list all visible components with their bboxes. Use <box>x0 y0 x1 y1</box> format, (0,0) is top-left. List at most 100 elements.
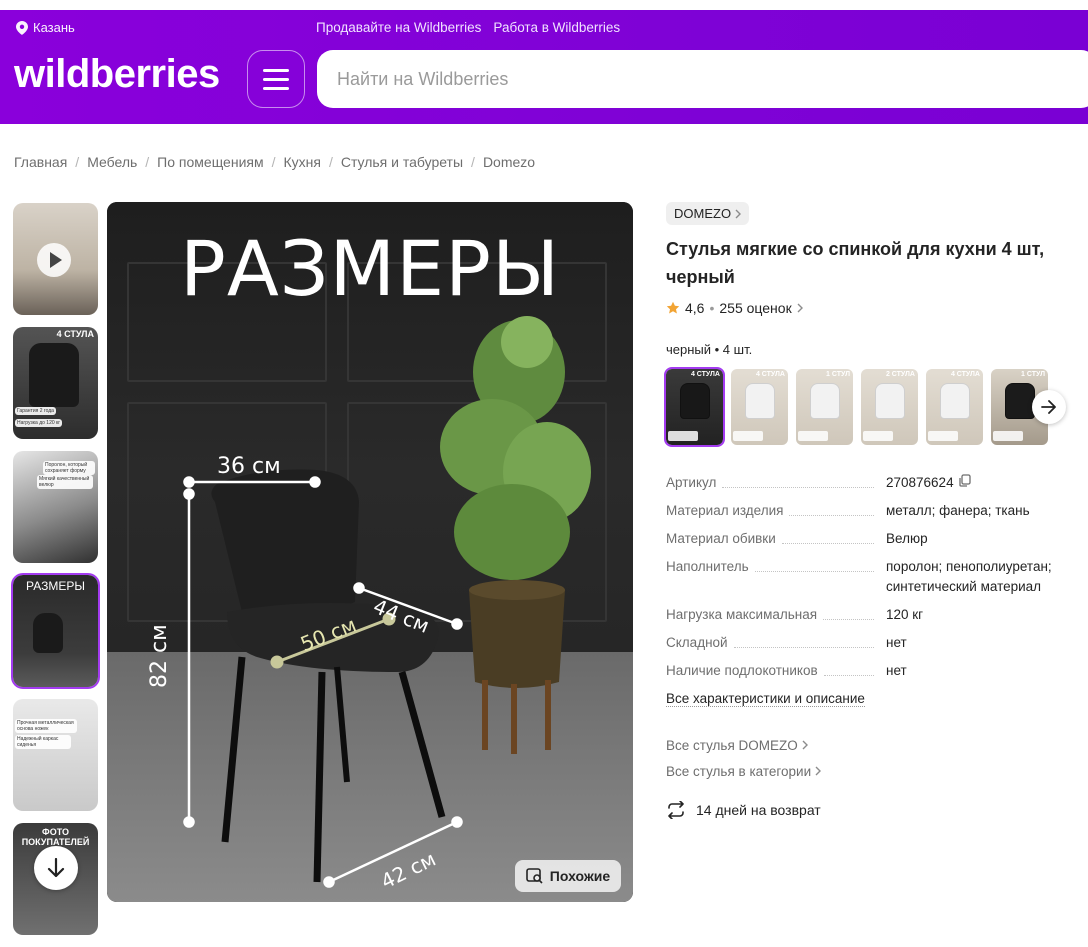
thumbnail-list: 4 СТУЛА Гарантия 2 года Нагрузка до 120 … <box>11 203 100 947</box>
all-characteristics-link[interactable]: Все характеристики и описание <box>666 691 865 708</box>
thumbnail-photo[interactable]: Прочная металлическая основа ножек Надеж… <box>13 699 98 811</box>
spec-key: Наполнитель <box>666 557 886 577</box>
rating-row: 4,6 • 255 оценок <box>666 300 1086 316</box>
reviews-link[interactable]: 255 оценок <box>719 300 791 316</box>
product-info: DOMEZO Стулья мягкие со спинкой для кухн… <box>664 202 1086 820</box>
breadcrumb-item[interactable]: Кухня <box>283 154 320 170</box>
swatch-item[interactable]: 4 СТУЛА <box>731 369 788 445</box>
rating-value: 4,6 <box>685 300 705 316</box>
variant-label: черный • 4 шт. <box>666 342 753 357</box>
swatch-chair <box>1005 383 1035 419</box>
swatch-chair <box>940 383 970 419</box>
all-brand-chairs-link[interactable]: Все стулья DOMEZO <box>666 738 1086 753</box>
thumbnail-badge: Гарантия 2 года <box>15 407 56 415</box>
similar-button[interactable]: Похожие <box>515 860 621 892</box>
spec-row: Нагрузка максимальная 120 кг <box>666 605 1086 625</box>
return-policy: 14 дней на возврат <box>666 801 1086 820</box>
swatch-caption: 4 СТУЛА <box>755 371 785 378</box>
swatch-caption: 2 СТУЛА <box>885 371 915 378</box>
spec-key-label: Наличие подлокотников <box>666 663 818 679</box>
swatch-chair <box>745 383 775 419</box>
burger-line <box>263 77 289 81</box>
brand-badge[interactable]: DOMEZO <box>666 202 750 225</box>
spec-row: Артикул 270876624 <box>666 473 1086 493</box>
thumbnail-photo[interactable]: Поролон, который сохраняет форму Мягкий … <box>13 451 98 563</box>
spec-key-label: Артикул <box>666 475 717 490</box>
swatches-next-button[interactable] <box>1032 390 1066 424</box>
breadcrumb-separator: / <box>471 154 475 170</box>
sell-on-wb-link[interactable]: Продавайте на Wildberries <box>316 20 481 35</box>
breadcrumb-item[interactable]: Главная <box>14 154 67 170</box>
jobs-at-wb-link[interactable]: Работа в Wildberries <box>493 20 620 35</box>
spec-value: металл; фанера; ткань <box>886 503 1030 519</box>
swatch-item[interactable]: 4 СТУЛА <box>664 367 725 447</box>
spec-key: Артикул <box>666 473 886 493</box>
spec-key: Складной <box>666 633 886 653</box>
article-number: 270876624 <box>886 475 954 490</box>
play-icon <box>37 243 71 277</box>
all-category-chairs-link[interactable]: Все стулья в категории <box>666 764 1086 779</box>
swatch-caption: 1 СТУЛ <box>1021 371 1045 378</box>
photo-title: РАЗМЕРЫ <box>179 224 561 313</box>
swatch-chair <box>875 383 905 419</box>
specs-table: Артикул 270876624 Материал изделия метал… <box>666 473 1086 708</box>
search-input[interactable] <box>317 50 1088 108</box>
swatch-badge <box>928 431 958 441</box>
swatch-badge <box>668 431 698 441</box>
chevron-right-icon <box>797 303 803 313</box>
breadcrumb-separator: / <box>328 154 333 170</box>
spec-row: Наполнитель поролон; пенополиуретан; син… <box>666 557 1086 597</box>
spec-key-label: Складной <box>666 635 728 651</box>
thumbnail-badge: Нагрузка до 120 кг <box>15 419 63 427</box>
swatch-item[interactable]: 1 СТУЛ <box>796 369 853 445</box>
thumbnail-video[interactable] <box>13 203 98 315</box>
thumbnail-badge: Поролон, который сохраняет форму <box>43 461 95 475</box>
return-arrows-icon <box>668 801 684 820</box>
spec-dots <box>781 543 874 545</box>
breadcrumb-item[interactable]: Domezo <box>483 154 535 170</box>
spec-dots <box>823 619 874 621</box>
spec-row: Материал изделия металл; фанера; ткань <box>666 501 1086 521</box>
menu-button[interactable] <box>247 50 305 108</box>
dimension-width-label: 36 см <box>217 454 281 479</box>
swatch-chair <box>680 383 710 419</box>
breadcrumb-item[interactable]: По помещениям <box>157 154 263 170</box>
star-icon <box>666 301 680 314</box>
spec-dots <box>823 675 874 677</box>
dimension-height-label: 82 см <box>147 624 172 688</box>
spec-dots <box>733 647 874 649</box>
top-strip <box>0 0 1088 10</box>
thumbnail-photo[interactable]: 4 СТУЛА Гарантия 2 года Нагрузка до 120 … <box>13 327 98 439</box>
spec-value: поролон; пенополиуретан; синтетический м… <box>886 559 1052 595</box>
city-label: Казань <box>33 20 75 35</box>
spec-key-label: Наполнитель <box>666 559 749 575</box>
spec-key-label: Материал обивки <box>666 531 776 547</box>
main-product-photo[interactable]: РАЗМЕРЫ 36 см 44 см 50 см 82 см 42 см По… <box>107 202 633 902</box>
thumbnail-photo-active[interactable]: РАЗМЕРЫ <box>11 573 100 689</box>
scroll-down-button[interactable] <box>34 846 78 890</box>
swatch-item[interactable]: 4 СТУЛА <box>926 369 983 445</box>
breadcrumb-item[interactable]: Мебель <box>87 154 137 170</box>
brand-name: DOMEZO <box>674 206 732 221</box>
chair-image <box>33 613 63 653</box>
arrow-down-icon <box>47 858 65 878</box>
link-label: Все стулья в категории <box>666 764 812 780</box>
copy-icon <box>958 474 971 488</box>
thumbnail-badge: Мягкий качественный велюр <box>37 475 93 489</box>
swatch-item[interactable]: 2 СТУЛА <box>861 369 918 445</box>
spec-key: Наличие подлокотников <box>666 661 886 681</box>
breadcrumb-item[interactable]: Стулья и табуреты <box>341 154 463 170</box>
wildberries-logo[interactable]: wildberries <box>14 52 220 97</box>
spec-value: 120 кг <box>886 607 924 623</box>
burger-line <box>263 86 289 90</box>
spec-key-label: Нагрузка максимальная <box>666 607 818 623</box>
copy-button[interactable] <box>958 473 971 493</box>
city-selector[interactable]: Казань <box>16 20 75 35</box>
thumbnail-caption: 4 СТУЛА <box>56 329 94 339</box>
swatch-badge <box>733 431 763 441</box>
thumbnail-badge: Надежный каркас сиденья <box>15 735 71 749</box>
spec-row: Складной нет <box>666 633 1086 653</box>
chair-image <box>211 469 446 883</box>
burger-line <box>263 68 289 72</box>
plant-image <box>440 316 591 754</box>
